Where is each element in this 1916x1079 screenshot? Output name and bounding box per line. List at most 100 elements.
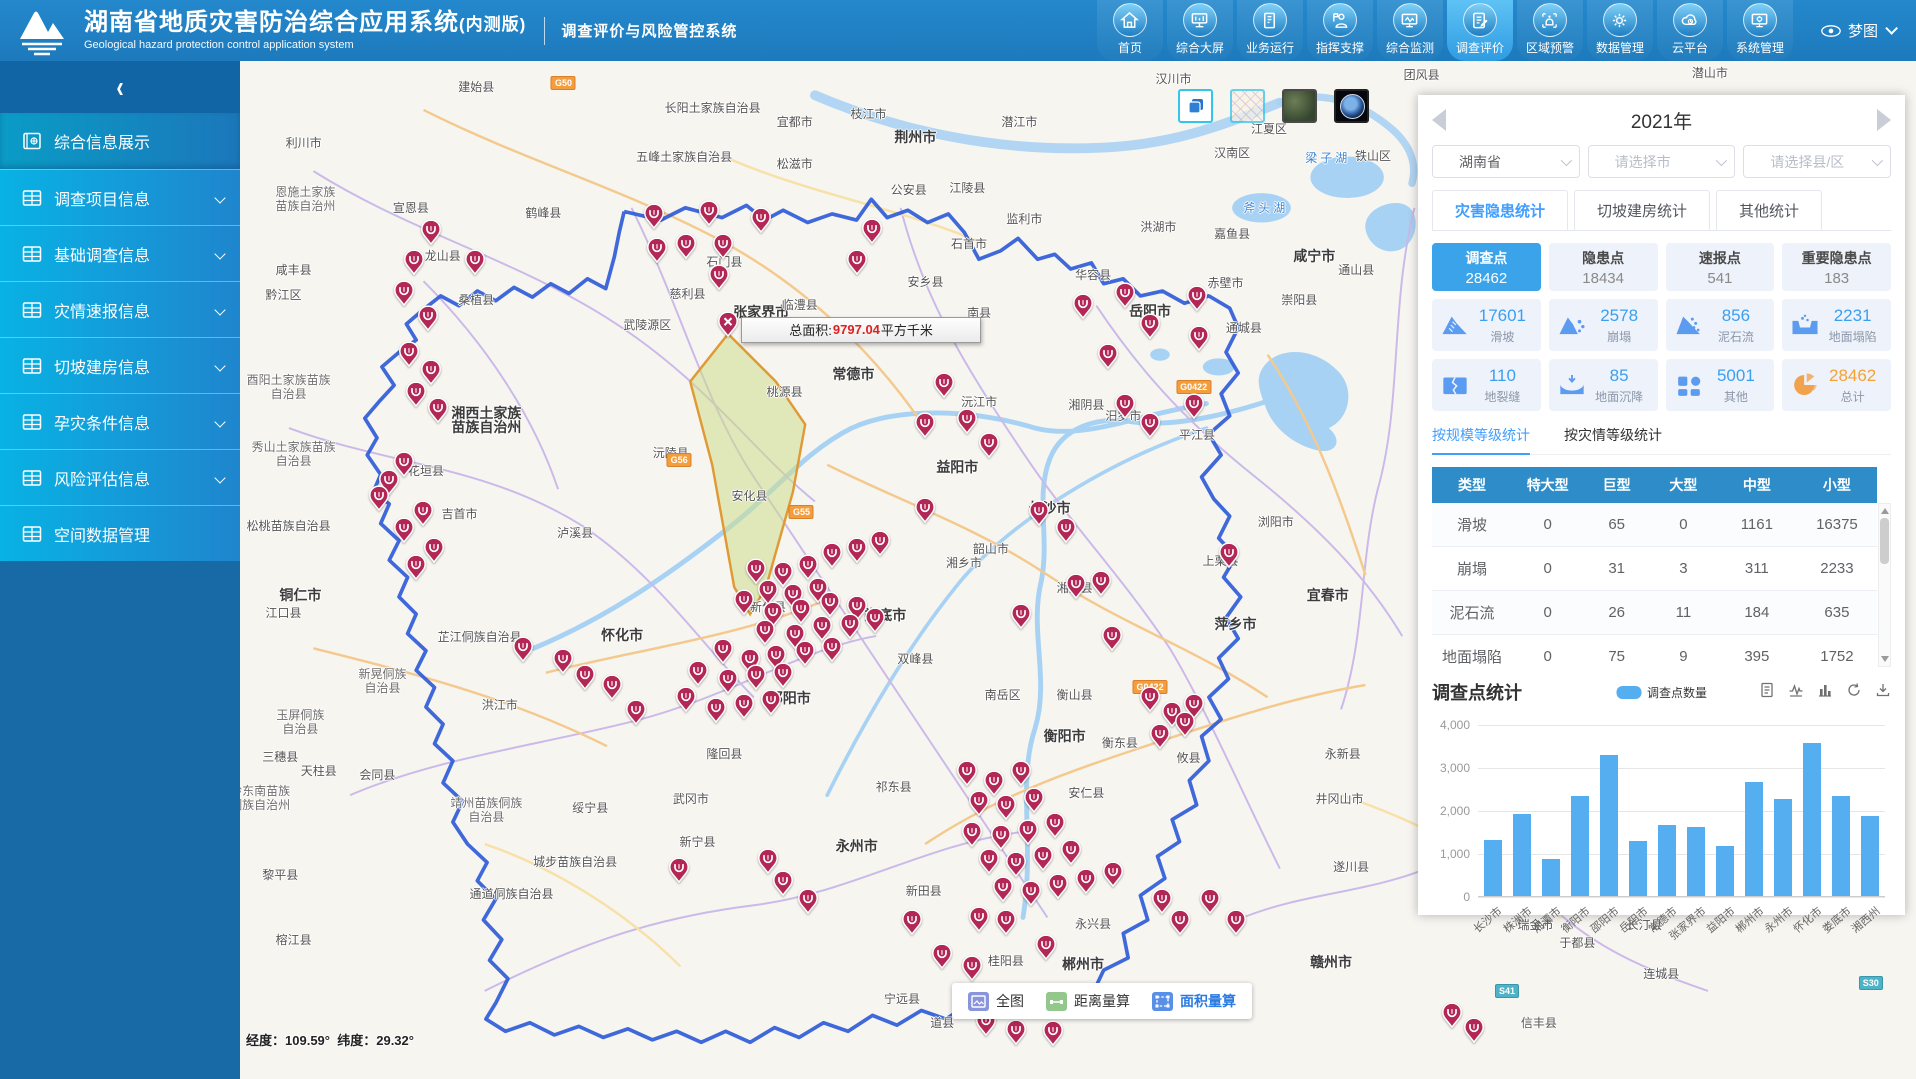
hazard-point-marker[interactable]	[1029, 500, 1050, 526]
street-basemap-button[interactable]	[1230, 89, 1265, 123]
nav-item-综合大屏[interactable]: 综合大屏	[1167, 0, 1233, 61]
hazard-point-marker[interactable]	[699, 200, 720, 226]
hazard-point-marker[interactable]	[1061, 839, 1082, 865]
user-menu[interactable]: 梦图	[1821, 20, 1894, 41]
year-next-button[interactable]	[1877, 109, 1891, 131]
hazard-point-marker[interactable]	[705, 697, 726, 723]
hazard-point-marker[interactable]	[1036, 934, 1057, 960]
hazard-point-marker[interactable]	[1076, 868, 1097, 894]
sidebar-item-基础调查信息[interactable]: 基础调查信息	[0, 225, 240, 281]
hazard-point-marker[interactable]	[846, 249, 867, 275]
hazard-point-marker[interactable]	[1101, 625, 1122, 651]
hazard-point-marker[interactable]	[990, 824, 1011, 850]
sidebar-item-灾情速报信息[interactable]: 灾情速报信息	[0, 281, 240, 337]
nav-item-综合监测[interactable]: 综合监测	[1377, 0, 1443, 61]
hazard-point-marker[interactable]	[798, 888, 819, 914]
hazard-point-marker[interactable]	[1114, 393, 1135, 419]
line-chart-icon[interactable]	[1788, 682, 1804, 703]
stat-card-总计[interactable]: 28462总计	[1782, 359, 1891, 411]
stat-card-地面塌陷[interactable]: 2231地面塌陷	[1782, 299, 1891, 351]
hazard-point-marker[interactable]	[957, 408, 978, 434]
hazard-point-marker[interactable]	[979, 432, 1000, 458]
hazard-point-marker[interactable]	[962, 955, 983, 981]
table-row[interactable]: 滑坡0650116116375	[1432, 503, 1877, 547]
nav-item-系统管理[interactable]: 系统管理	[1727, 0, 1793, 61]
sidebar-item-切坡建房信息[interactable]: 切坡建房信息	[0, 337, 240, 393]
chart-bar-张家界市[interactable]	[1687, 827, 1705, 896]
hazard-point-marker[interactable]	[687, 660, 708, 686]
hazard-point-marker[interactable]	[754, 619, 775, 645]
hazard-point-marker[interactable]	[405, 554, 426, 580]
stat-card-调查点[interactable]: 调查点28462	[1432, 243, 1541, 291]
hazard-point-marker[interactable]	[933, 372, 954, 398]
hazard-point-marker[interactable]	[746, 664, 767, 690]
hazard-point-marker[interactable]	[915, 497, 936, 523]
hazard-point-marker[interactable]	[1140, 687, 1161, 713]
hazard-point-marker[interactable]	[675, 234, 696, 260]
nav-item-业务运行[interactable]: 业务运行	[1237, 0, 1303, 61]
refresh-icon[interactable]	[1846, 682, 1862, 703]
hazard-point-marker[interactable]	[412, 500, 433, 526]
hazard-point-marker[interactable]	[405, 381, 426, 407]
hazard-point-marker[interactable]	[969, 906, 990, 932]
hazard-point-marker[interactable]	[643, 203, 664, 229]
hazard-point-marker[interactable]	[1021, 880, 1042, 906]
hazard-point-marker[interactable]	[992, 876, 1013, 902]
chart-bar-郴州市[interactable]	[1745, 782, 1763, 896]
chart-bar-常德市[interactable]	[1658, 825, 1676, 896]
map-tool-距离量算[interactable]: 距离量算	[1046, 991, 1130, 1011]
hazard-point-marker[interactable]	[1103, 861, 1124, 887]
hazard-point-marker[interactable]	[1005, 851, 1026, 877]
hazard-point-marker[interactable]	[669, 858, 690, 884]
chart-bar-长沙市[interactable]	[1484, 840, 1502, 896]
subtab-按灾情等级统计[interactable]: 按灾情等级统计	[1564, 425, 1662, 454]
hazard-point-marker[interactable]	[819, 591, 840, 617]
hazard-point-marker[interactable]	[861, 218, 882, 244]
map-tool-面积量算[interactable]: 面积量算	[1152, 991, 1236, 1011]
hazard-point-marker[interactable]	[602, 674, 623, 700]
region-select[interactable]: 请选择县/区	[1743, 145, 1891, 178]
hazard-point-marker[interactable]	[1200, 888, 1221, 914]
table-row[interactable]: 泥石流02611184635	[1432, 591, 1877, 635]
table-view-icon[interactable]	[1759, 682, 1775, 703]
hazard-point-marker[interactable]	[1188, 325, 1209, 351]
hazard-point-marker[interactable]	[712, 638, 733, 664]
chart-bar-岳阳市[interactable]	[1629, 841, 1647, 896]
hazard-point-marker[interactable]	[712, 234, 733, 260]
measure-close-marker[interactable]	[717, 311, 738, 337]
chart-bar-邵阳市[interactable]	[1600, 755, 1618, 896]
hazard-point-marker[interactable]	[1005, 1019, 1026, 1045]
sidebar-item-孕灾条件信息[interactable]: 孕灾条件信息	[0, 393, 240, 449]
stat-card-地面沉降[interactable]: 85地面沉降	[1549, 359, 1658, 411]
hazard-point-marker[interactable]	[424, 537, 445, 563]
chart-bar-株洲市[interactable]	[1513, 814, 1531, 897]
hazard-point-marker[interactable]	[553, 648, 574, 674]
region-select[interactable]: 请选择市	[1588, 145, 1736, 178]
hazard-point-marker[interactable]	[1073, 293, 1094, 319]
hazard-point-marker[interactable]	[902, 910, 923, 936]
hazard-point-marker[interactable]	[1183, 393, 1204, 419]
hazard-point-marker[interactable]	[369, 485, 390, 511]
tab-其他统计[interactable]: 其他统计	[1716, 190, 1822, 230]
hazard-point-marker[interactable]	[1463, 1017, 1484, 1043]
chart-bar-怀化市[interactable]	[1803, 743, 1821, 896]
hazard-point-marker[interactable]	[1047, 873, 1068, 899]
hazard-point-marker[interactable]	[734, 589, 755, 615]
nav-item-云平台[interactable]: 云平台	[1657, 0, 1723, 61]
download-icon[interactable]	[1875, 682, 1891, 703]
hazard-point-marker[interactable]	[1098, 344, 1119, 370]
hazard-point-marker[interactable]	[1140, 313, 1161, 339]
satellite-basemap-button[interactable]	[1282, 89, 1317, 123]
hazard-point-marker[interactable]	[1042, 1020, 1063, 1046]
stat-card-重要隐患点[interactable]: 重要隐患点183	[1782, 243, 1891, 291]
table-row[interactable]: 地面塌陷07593951752	[1432, 635, 1877, 667]
hazard-point-marker[interactable]	[421, 219, 442, 245]
stat-card-崩塌[interactable]: 2578崩塌	[1549, 299, 1658, 351]
hazard-point-marker[interactable]	[1150, 723, 1171, 749]
stat-card-地裂缝[interactable]: 110地裂缝	[1432, 359, 1541, 411]
chart-bar-湘潭市[interactable]	[1542, 859, 1560, 896]
hazard-point-marker[interactable]	[1024, 787, 1045, 813]
hazard-point-marker[interactable]	[404, 249, 425, 275]
hazard-point-marker[interactable]	[417, 305, 438, 331]
hazard-point-marker[interactable]	[513, 636, 534, 662]
